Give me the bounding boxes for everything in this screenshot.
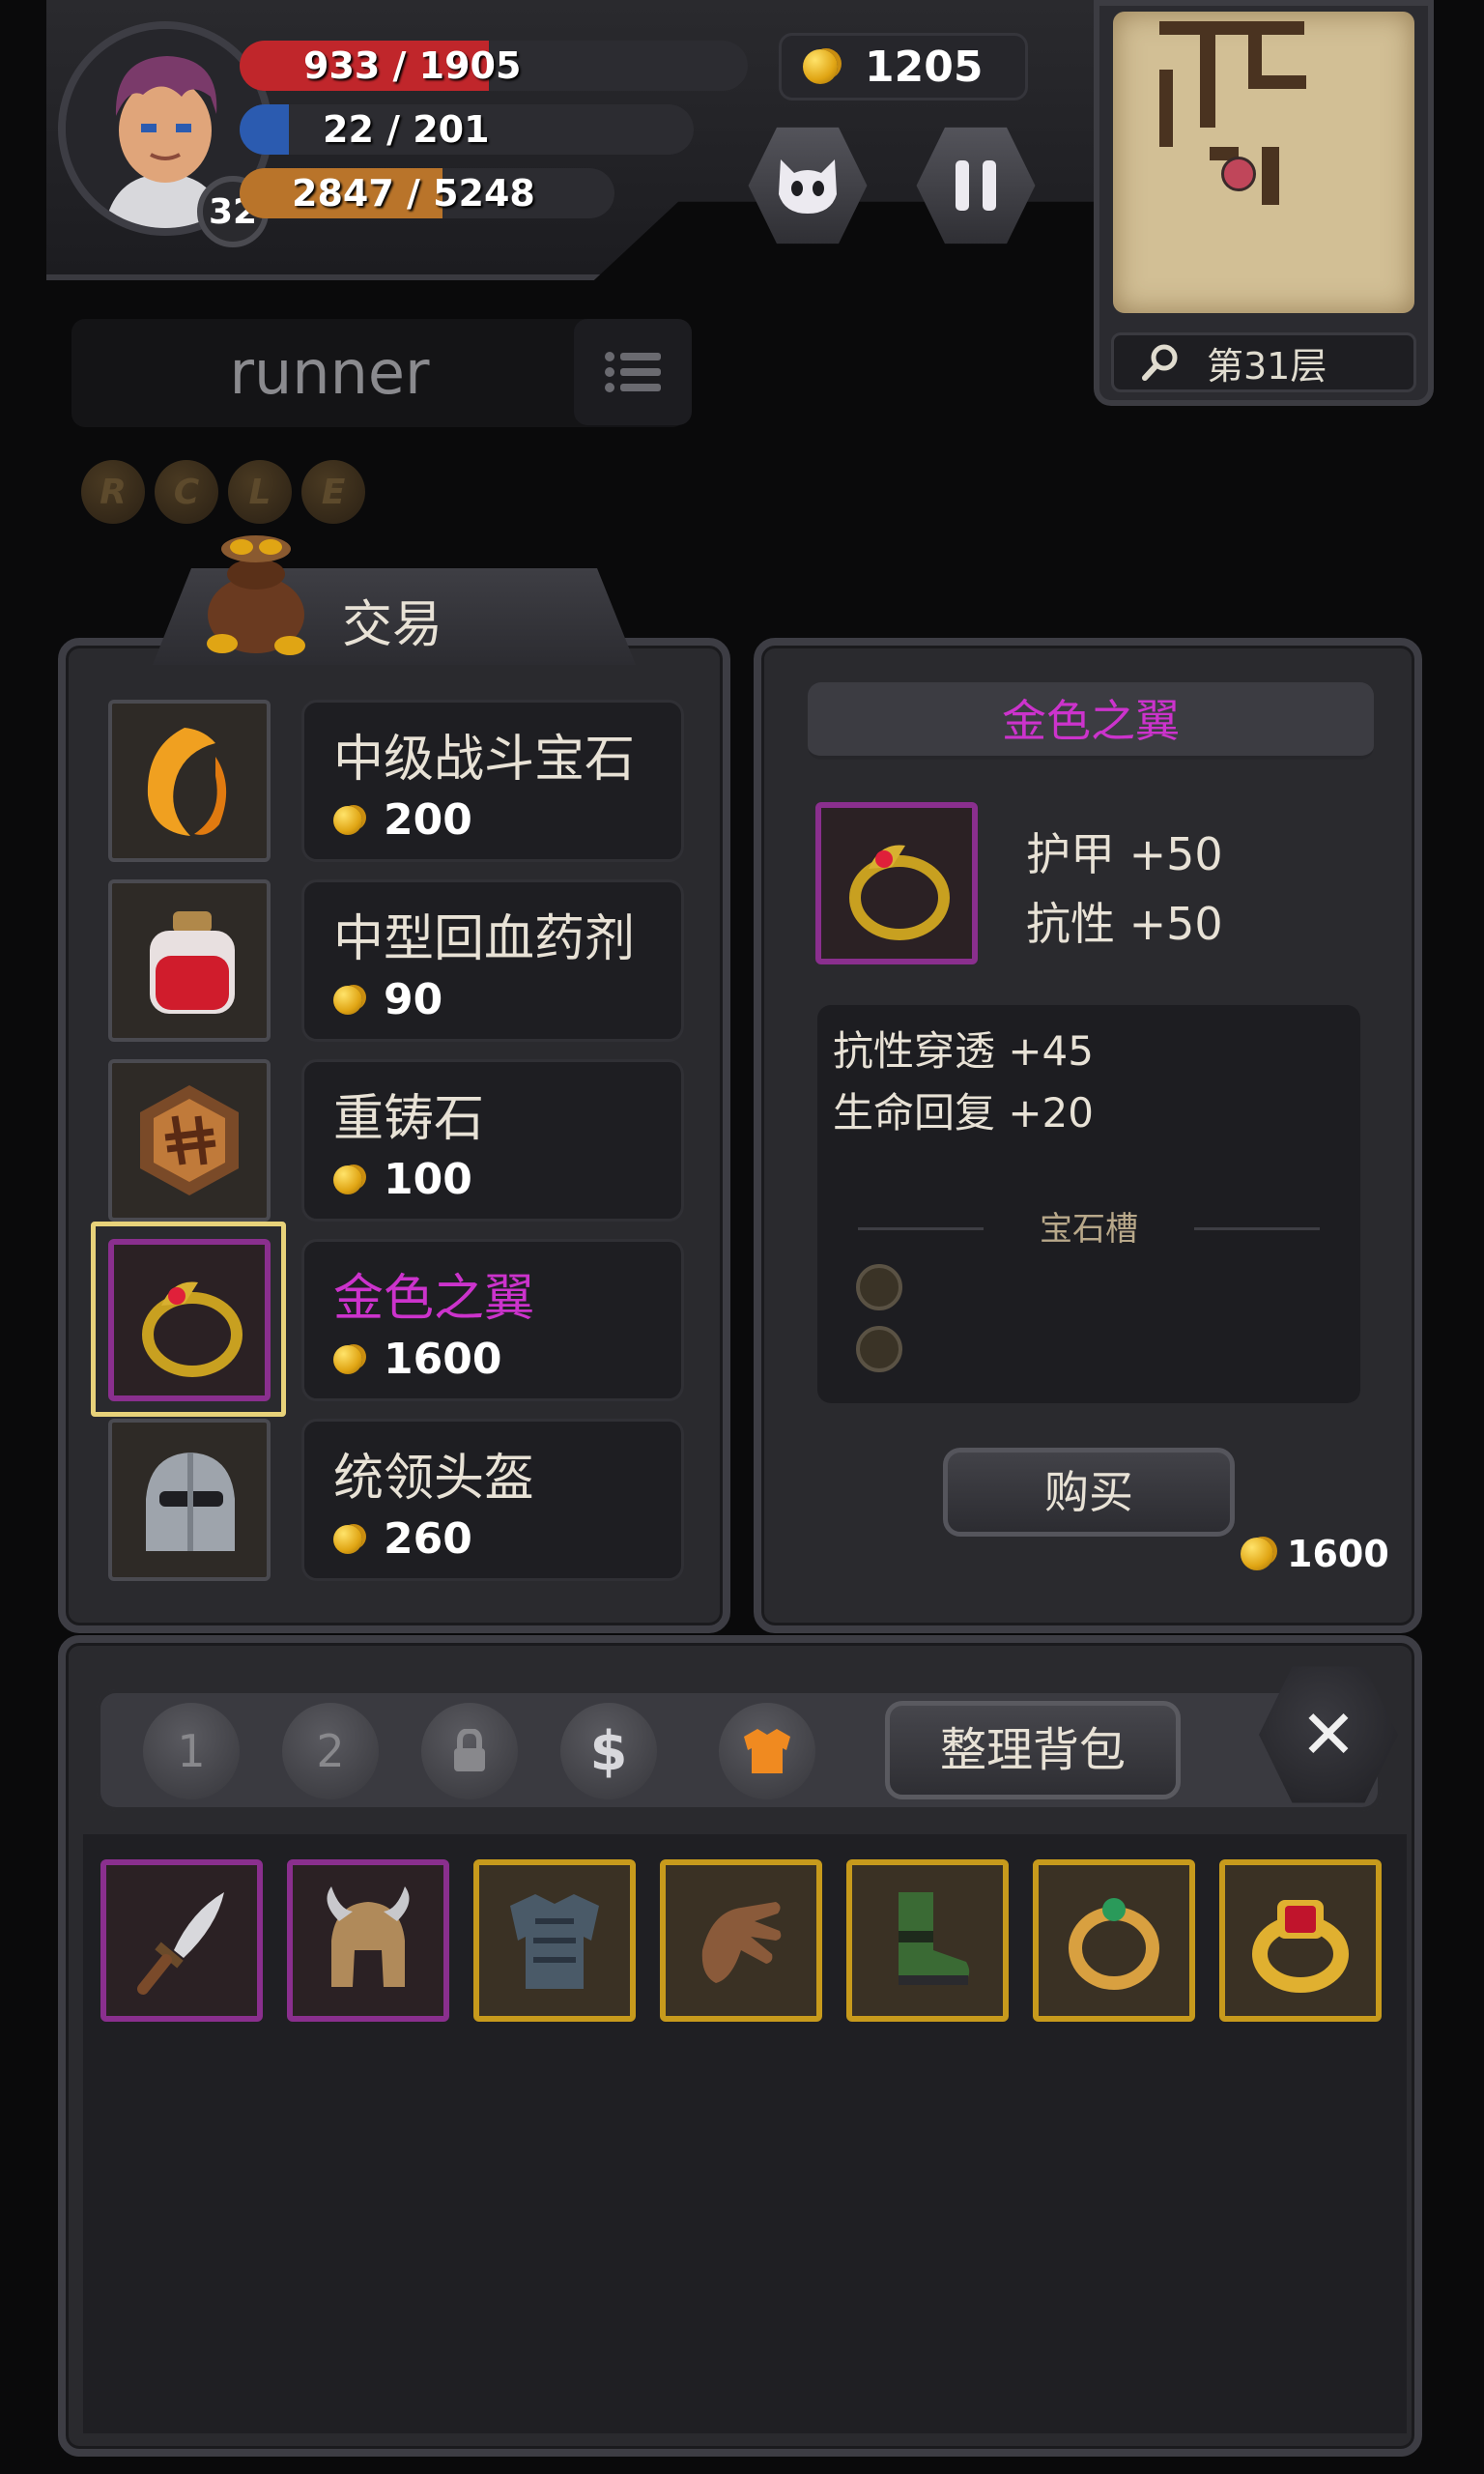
rune-l-icon: L bbox=[228, 460, 292, 524]
ruby-ring-icon bbox=[1252, 1900, 1349, 1993]
lock-icon bbox=[454, 1729, 485, 1771]
shop-item-card[interactable]: 重铸石 100 bbox=[301, 1059, 684, 1222]
gem-socket[interactable] bbox=[856, 1326, 902, 1372]
extra-stat-regen: 生命回复 +20 bbox=[833, 1089, 1094, 1136]
shop-item-name: 中级战斗宝石 bbox=[333, 731, 636, 789]
sort-inventory-button[interactable]: 整理背包 bbox=[885, 1701, 1181, 1799]
gold-coin-icon bbox=[333, 1165, 362, 1194]
shop-item-card[interactable]: 中级战斗宝石 200 bbox=[301, 700, 684, 862]
gold-coin-icon bbox=[803, 49, 838, 84]
dagger-icon bbox=[137, 1892, 224, 1995]
player-marker-icon bbox=[1221, 157, 1256, 191]
inventory-slot[interactable] bbox=[1219, 1859, 1382, 2022]
equipment-tab[interactable] bbox=[719, 1703, 815, 1799]
gold-coin-icon bbox=[1241, 1538, 1273, 1570]
gold-coin-icon bbox=[333, 805, 362, 835]
chest-armor-icon bbox=[510, 1894, 599, 1989]
gold-coin-icon bbox=[333, 1344, 362, 1374]
rune-e-icon: E bbox=[301, 460, 365, 524]
hp-text: 933 / 1905 bbox=[303, 44, 522, 87]
health-potion-icon bbox=[150, 911, 235, 1014]
inventory-slot[interactable] bbox=[287, 1859, 449, 2022]
shop-item-card[interactable]: 中型回血药剂 90 bbox=[301, 879, 684, 1042]
menu-button[interactable] bbox=[574, 319, 692, 425]
shop-item-price: 90 bbox=[333, 975, 442, 1024]
fire-gem-icon bbox=[147, 728, 227, 836]
floor-indicator[interactable]: 第31层 bbox=[1111, 332, 1416, 392]
shop-item-card[interactable]: 统领头盔 260 bbox=[301, 1419, 684, 1581]
shop-item-price: 260 bbox=[333, 1514, 472, 1564]
shop-item-name: 统领头盔 bbox=[333, 1450, 535, 1508]
xp-text: 2847 / 5248 bbox=[292, 172, 535, 215]
gold-amount: 1205 bbox=[865, 42, 984, 92]
floor-label: 第31层 bbox=[1207, 344, 1327, 388]
emerald-ring-icon bbox=[1069, 1898, 1159, 1990]
inventory-slot[interactable] bbox=[660, 1859, 822, 2022]
main-stat-resistance: 抗性 +50 bbox=[1026, 898, 1223, 950]
sell-tab[interactable]: $ bbox=[560, 1703, 657, 1799]
list-menu-icon bbox=[605, 352, 661, 392]
shop-item-name: 中型回血药剂 bbox=[333, 910, 636, 968]
player-name: runner bbox=[229, 337, 430, 408]
buy-price-value: 1600 bbox=[1287, 1533, 1389, 1575]
bag-tab-2[interactable]: 2 bbox=[282, 1703, 379, 1799]
magnifier-icon bbox=[1142, 344, 1178, 381]
shop-item-name: 重铸石 bbox=[333, 1090, 485, 1148]
locked-tab[interactable] bbox=[421, 1703, 518, 1799]
shop-item-slot[interactable] bbox=[108, 879, 271, 1042]
price-value: 260 bbox=[384, 1514, 472, 1564]
armor-tab-icon bbox=[744, 1729, 790, 1773]
detail-title: 金色之翼 bbox=[808, 682, 1374, 760]
reforge-stone-icon bbox=[140, 1085, 239, 1195]
rune-row: R C L E bbox=[81, 460, 365, 524]
rune-r-icon: R bbox=[81, 460, 145, 524]
shop-item-price: 200 bbox=[333, 795, 472, 845]
shop-title: 交易 bbox=[342, 596, 443, 654]
gem-socket[interactable] bbox=[856, 1264, 902, 1310]
main-stat-armor: 护甲 +50 bbox=[1026, 828, 1223, 880]
rune-c-icon: C bbox=[155, 460, 218, 524]
shop-item-price: 100 bbox=[333, 1155, 472, 1204]
price-value: 1600 bbox=[384, 1335, 502, 1384]
green-boots-icon bbox=[899, 1892, 970, 1985]
horned-helmet-icon bbox=[327, 1886, 410, 1987]
money-bag-icon bbox=[193, 530, 319, 655]
shop-item-slot[interactable] bbox=[108, 700, 271, 862]
xp-bar: 2847 / 5248 bbox=[240, 168, 614, 218]
buy-price: 1600 bbox=[1241, 1533, 1389, 1575]
mp-bar: 22 / 201 bbox=[240, 104, 694, 155]
dollar-icon: $ bbox=[589, 1719, 628, 1783]
price-value: 90 bbox=[384, 975, 443, 1024]
pause-icon bbox=[956, 160, 996, 211]
inventory-slot[interactable] bbox=[100, 1859, 263, 2022]
close-icon: ✕ bbox=[1299, 1695, 1357, 1774]
shop-item-price: 1600 bbox=[333, 1335, 501, 1384]
shop-item-slot[interactable] bbox=[108, 1059, 271, 1222]
leather-gloves-icon bbox=[701, 1902, 782, 1983]
price-value: 200 bbox=[384, 795, 472, 845]
minimap[interactable] bbox=[1113, 12, 1414, 313]
inventory-slot[interactable] bbox=[846, 1859, 1009, 2022]
mp-text: 22 / 201 bbox=[323, 108, 490, 151]
shop-item-slot[interactable] bbox=[108, 1419, 271, 1581]
hp-bar: 933 / 1905 bbox=[240, 41, 748, 91]
golden-ring-icon bbox=[142, 1281, 243, 1377]
golden-ring-icon bbox=[849, 845, 950, 940]
gem-slot-label: 宝石槽 bbox=[1040, 1210, 1138, 1249]
gold-coin-icon bbox=[333, 985, 362, 1015]
buy-button[interactable]: 购买 bbox=[943, 1448, 1235, 1537]
price-value: 100 bbox=[384, 1155, 472, 1204]
shop-item-name: 金色之翼 bbox=[333, 1270, 535, 1328]
detail-item-slot bbox=[815, 802, 978, 964]
bag-tab-1[interactable]: 1 bbox=[143, 1703, 240, 1799]
extra-stat-penetration: 抗性穿透 +45 bbox=[833, 1027, 1094, 1075]
steel-helmet-icon bbox=[146, 1453, 235, 1551]
shop-item-slot[interactable] bbox=[108, 1239, 271, 1401]
shop-item-card[interactable]: 金色之翼 1600 bbox=[301, 1239, 684, 1401]
gold-coin-icon bbox=[333, 1524, 362, 1554]
inventory-slot[interactable] bbox=[473, 1859, 636, 2022]
gold-counter: 1205 bbox=[779, 33, 1028, 101]
owl-face-icon bbox=[779, 159, 837, 214]
inventory-slot[interactable] bbox=[1033, 1859, 1195, 2022]
